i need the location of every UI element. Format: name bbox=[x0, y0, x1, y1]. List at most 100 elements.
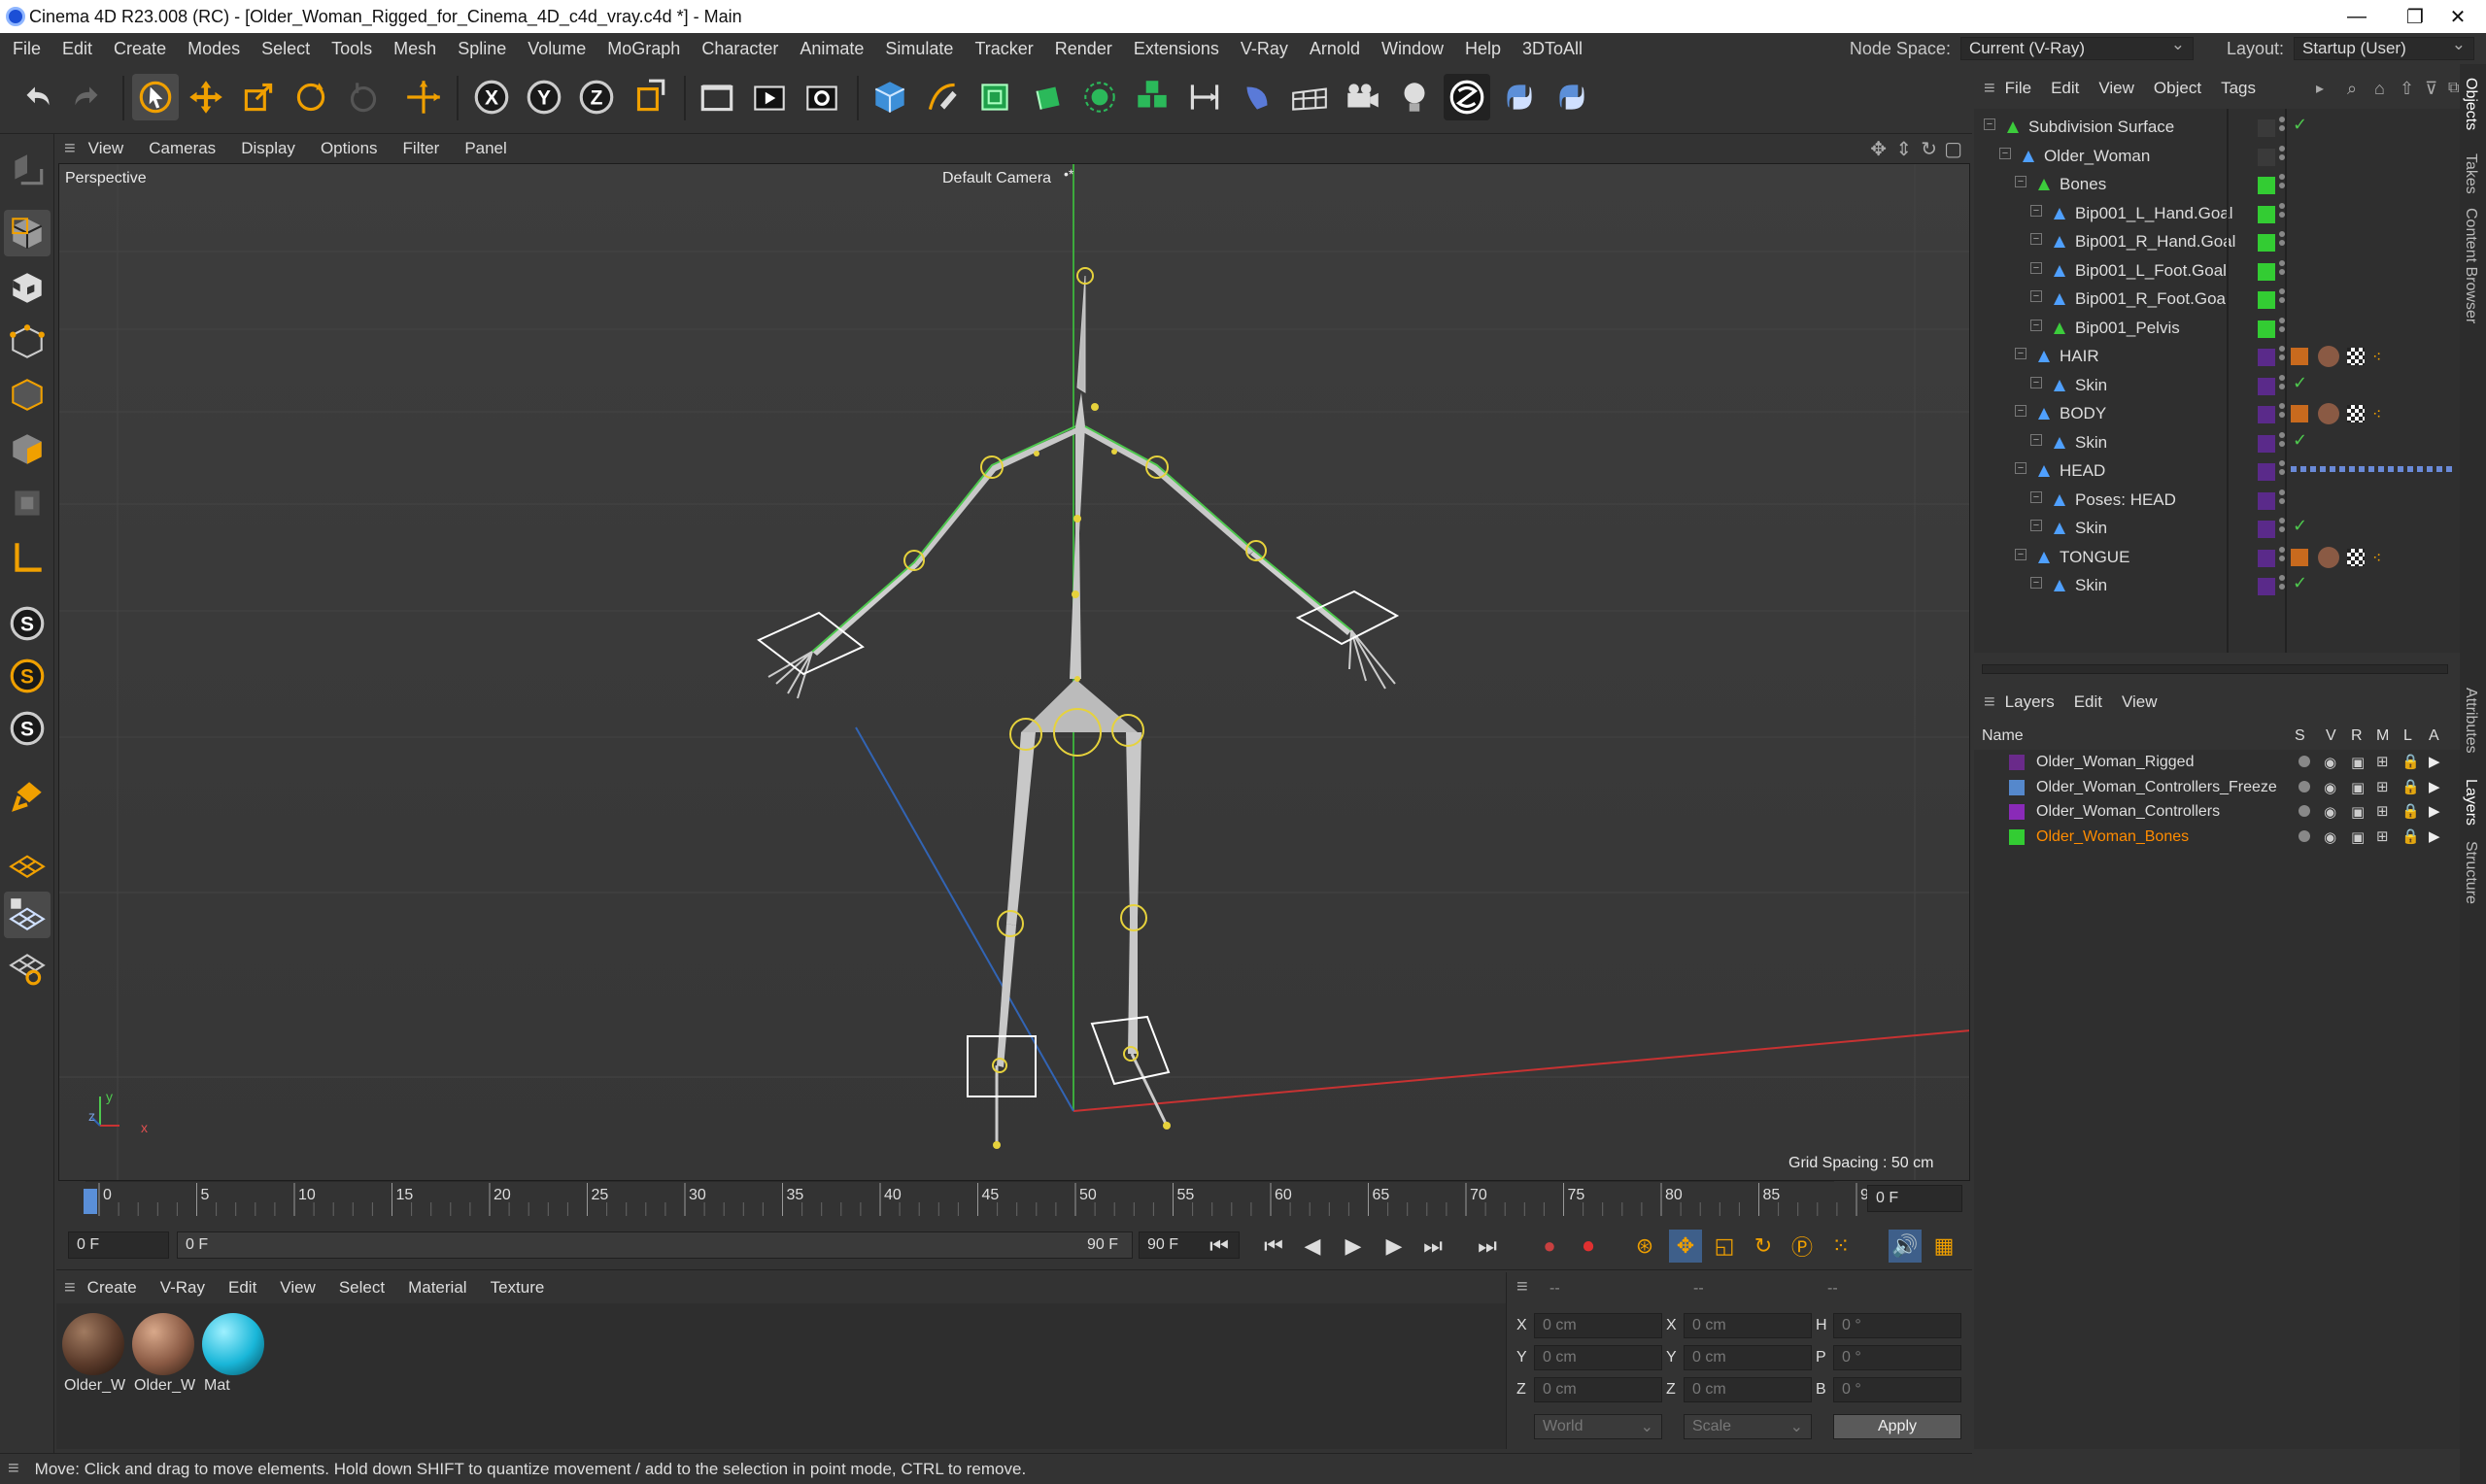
coord-rot-h-field[interactable]: 0 ° bbox=[1833, 1313, 1961, 1338]
render-view-icon[interactable] bbox=[746, 74, 793, 120]
coord-pos-z-field[interactable]: 0 cm bbox=[1534, 1377, 1662, 1402]
viewport-menu-view[interactable]: View bbox=[76, 139, 137, 158]
viewport-pan-icon[interactable]: ✥ bbox=[1870, 137, 1887, 161]
close-button[interactable]: ✕ bbox=[2429, 0, 2486, 33]
menu-extensions[interactable]: Extensions bbox=[1123, 39, 1230, 59]
menu-simulate[interactable]: Simulate bbox=[874, 39, 964, 59]
vray-tag-icon[interactable] bbox=[2291, 548, 2308, 566]
menu-help[interactable]: Help bbox=[1454, 39, 1512, 59]
object-menu-more-icon[interactable]: ▸ bbox=[2316, 79, 2324, 98]
expand-toggle-icon[interactable]: − bbox=[1999, 147, 2011, 159]
coords-menu-icon[interactable]: ≡ bbox=[1516, 1276, 1528, 1298]
coordinate-system-icon[interactable] bbox=[626, 74, 672, 120]
render-settings-icon[interactable] bbox=[799, 74, 845, 120]
python2-icon[interactable] bbox=[1549, 74, 1595, 120]
minimize-button[interactable]: — bbox=[2328, 0, 2386, 33]
y-axis-icon[interactable]: Y bbox=[521, 74, 567, 120]
layer-color-swatch[interactable] bbox=[2009, 804, 2025, 820]
magnet-icon[interactable] bbox=[4, 775, 51, 822]
menu-animate[interactable]: Animate bbox=[789, 39, 874, 59]
material-swatch[interactable]: Mat bbox=[200, 1311, 266, 1406]
enabled-check-icon[interactable]: ✓ bbox=[2293, 430, 2307, 451]
material-menu-edit[interactable]: Edit bbox=[217, 1278, 268, 1298]
menu-file[interactable]: File bbox=[2, 39, 51, 59]
layer-color-chip[interactable] bbox=[2258, 262, 2275, 281]
timeline-ruler[interactable]: 051015202530354045505560657075808590 0 F bbox=[56, 1181, 1972, 1216]
menu-render[interactable]: Render bbox=[1044, 39, 1123, 59]
vray-icon[interactable] bbox=[1444, 74, 1490, 120]
current-frame-field[interactable]: 0 F bbox=[1867, 1185, 1962, 1212]
layer-row[interactable]: Older_Woman_Bones ◉ ▣ ⊞ 🔒 ▶ bbox=[1974, 825, 2460, 850]
layer-color-chip[interactable] bbox=[2258, 377, 2275, 395]
layer-visible-icon[interactable]: ◉ bbox=[2324, 779, 2336, 796]
edges-mode-icon[interactable] bbox=[4, 371, 51, 418]
object-filter-icon[interactable]: ⊽ bbox=[2425, 79, 2437, 99]
axis-mode-icon[interactable] bbox=[4, 534, 51, 581]
object-row[interactable]: − HAIR ⁖ bbox=[1974, 342, 2460, 371]
playhead[interactable] bbox=[84, 1189, 97, 1214]
rotate-icon[interactable] bbox=[288, 74, 334, 120]
uvw-tag-icon[interactable] bbox=[2347, 548, 2365, 566]
render-region-icon[interactable] bbox=[694, 74, 740, 120]
menu-volume[interactable]: Volume bbox=[517, 39, 596, 59]
layer-animation-icon[interactable]: ▶ bbox=[2429, 802, 2440, 820]
record-icon[interactable]: ● bbox=[1533, 1230, 1566, 1263]
layer-menu-icon[interactable]: ≡ bbox=[1984, 691, 1995, 714]
vray-tag-icon[interactable] bbox=[2291, 405, 2308, 422]
layer-color-chip[interactable] bbox=[2258, 549, 2275, 567]
layer-visible-icon[interactable]: ◉ bbox=[2324, 828, 2336, 846]
python-icon[interactable] bbox=[1496, 74, 1543, 120]
object-up-icon[interactable]: ⇧ bbox=[2400, 79, 2414, 99]
material-menu-material[interactable]: Material bbox=[396, 1278, 478, 1298]
weight-tag-icon[interactable]: ⁖ bbox=[2372, 348, 2381, 367]
menu-modes[interactable]: Modes bbox=[177, 39, 251, 59]
object-row[interactable]: − BODY ⁖ bbox=[1974, 399, 2460, 428]
grid-icon[interactable] bbox=[4, 944, 51, 991]
object-menu-view[interactable]: View bbox=[2089, 79, 2144, 98]
mograph-icon[interactable] bbox=[1076, 74, 1123, 120]
layer-solo-icon[interactable] bbox=[2299, 780, 2310, 793]
material-tag-icon[interactable] bbox=[2318, 546, 2339, 568]
apply-button[interactable]: Apply bbox=[1833, 1414, 1961, 1439]
key-pla-icon[interactable]: ⁙ bbox=[1824, 1230, 1857, 1263]
make-editable-icon[interactable] bbox=[4, 146, 51, 192]
object-menu-icon[interactable]: ≡ bbox=[1984, 78, 1995, 100]
layer-color-swatch[interactable] bbox=[2009, 828, 2025, 845]
material-tag-icon[interactable] bbox=[2318, 403, 2339, 424]
layer-render-icon[interactable]: ▣ bbox=[2351, 754, 2365, 771]
enabled-check-icon[interactable]: ✓ bbox=[2293, 373, 2307, 393]
enabled-check-icon[interactable]: ✓ bbox=[2293, 573, 2307, 593]
tab-layers[interactable]: Layers bbox=[2462, 779, 2479, 826]
layer-color-chip[interactable] bbox=[2258, 234, 2275, 252]
object-row[interactable]: − TONGUE ⁖ bbox=[1974, 543, 2460, 572]
cube-icon[interactable] bbox=[867, 74, 913, 120]
object-row[interactable]: − Skin ✓ bbox=[1974, 428, 2460, 457]
expand-toggle-icon[interactable]: − bbox=[2015, 462, 2026, 474]
layer-render-icon[interactable]: ▣ bbox=[2351, 828, 2365, 846]
expand-toggle-icon[interactable]: − bbox=[2015, 348, 2026, 359]
layer-color-chip[interactable] bbox=[2258, 349, 2275, 366]
pose-morph-tags-icon[interactable] bbox=[2291, 466, 2454, 472]
goto-start-icon[interactable]: ⏮ bbox=[1203, 1230, 1236, 1263]
object-menu-tags[interactable]: Tags bbox=[2211, 79, 2265, 98]
layer-visible-icon[interactable]: ◉ bbox=[2324, 754, 2336, 771]
goto-end-icon[interactable]: ⏭ bbox=[1471, 1230, 1504, 1263]
viewport-menu-icon[interactable]: ≡ bbox=[64, 138, 76, 160]
tab-structure[interactable]: Structure bbox=[2462, 841, 2479, 904]
scale-icon[interactable] bbox=[235, 74, 282, 120]
material-menu-select[interactable]: Select bbox=[327, 1278, 396, 1298]
snap-s-icon[interactable]: S bbox=[4, 600, 51, 647]
polygons-mode-icon[interactable] bbox=[4, 425, 51, 472]
vray-tag-icon[interactable] bbox=[2291, 348, 2308, 365]
material-swatch[interactable]: Older_W bbox=[60, 1311, 126, 1406]
layer-color-swatch[interactable] bbox=[2009, 755, 2025, 770]
transform-icon[interactable] bbox=[400, 74, 447, 120]
layer-color-chip[interactable] bbox=[2258, 406, 2275, 423]
viewport-maximize-icon[interactable]: ▢ bbox=[1944, 137, 1962, 161]
key-rotation-icon[interactable]: ↻ bbox=[1747, 1230, 1780, 1263]
z-axis-icon[interactable]: Z bbox=[573, 74, 620, 120]
array-icon[interactable] bbox=[1129, 74, 1175, 120]
layer-lock-icon[interactable]: 🔒 bbox=[2401, 778, 2420, 795]
viewport-zoom-icon[interactable]: ⇕ bbox=[1895, 137, 1912, 161]
x-axis-icon[interactable]: X bbox=[468, 74, 515, 120]
